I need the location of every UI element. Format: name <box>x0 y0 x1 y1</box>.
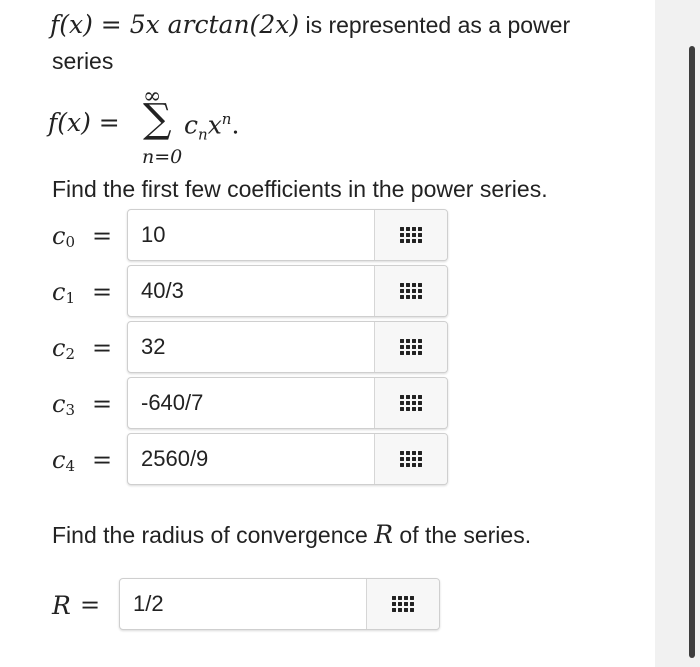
coefficient-index: 0 <box>65 233 75 251</box>
coefficient-index: 3 <box>65 401 75 419</box>
summand-coefficient: c <box>184 110 199 140</box>
sum-lower-limit: n=0 <box>142 146 183 168</box>
answer-input-c1[interactable]: 40/3 <box>128 266 374 316</box>
function-definition: f(x) = 5x arctan(2x) <box>50 10 300 39</box>
coefficient-label-c2: c2 <box>52 334 75 363</box>
intro-line-2: series <box>52 48 114 74</box>
coefficient-label-c1: c1 <box>52 278 75 307</box>
radius-prompt-text: Find the radius of convergence <box>52 522 368 548</box>
radius-label: R <box>52 591 71 620</box>
answer-field-c0[interactable]: 10 <box>127 209 448 261</box>
intro-text: is represented as a power <box>305 12 571 38</box>
answer-field-c4[interactable]: 2560/9 <box>127 433 448 485</box>
coefficient-symbol: c <box>52 222 66 250</box>
answer-input-c3[interactable]: -640/7 <box>128 378 374 428</box>
series-lhs: f(x) = <box>48 108 120 137</box>
equals-sign: = <box>92 278 113 306</box>
answer-input-radius[interactable]: 1/2 <box>120 579 366 629</box>
coefficient-symbol: c <box>52 446 66 474</box>
keyboard-grid-icon <box>400 227 422 243</box>
coefficient-symbol: c <box>52 278 66 306</box>
coefficient-label-c0: c0 <box>52 222 75 251</box>
equals-sign: = <box>92 334 113 362</box>
coefficient-index: 2 <box>65 345 75 363</box>
answer-field-c2[interactable]: 32 <box>127 321 448 373</box>
keyboard-grid-icon <box>400 451 422 467</box>
keyboard-grid-icon <box>400 395 422 411</box>
summation-sign: ∑ <box>143 96 172 142</box>
equals-sign: = <box>80 591 101 619</box>
radius-prompt-text-end: of the series. <box>399 522 532 548</box>
coefficient-label-c4: c4 <box>52 446 75 475</box>
series-summand: cnxn. <box>184 110 239 143</box>
math-keyboard-button[interactable] <box>374 266 447 316</box>
math-keyboard-button[interactable] <box>374 322 447 372</box>
coefficient-label-c3: c3 <box>52 390 75 419</box>
keyboard-grid-icon <box>392 596 414 612</box>
coefficient-prompt: Find the first few coefficients in the p… <box>52 176 548 202</box>
answer-input-c4[interactable]: 2560/9 <box>128 434 374 484</box>
scrollbar[interactable] <box>689 46 695 658</box>
radius-prompt: Find the radius of convergence R of the … <box>52 520 531 549</box>
coefficient-symbol: c <box>52 334 66 362</box>
keyboard-grid-icon <box>400 283 422 299</box>
intro-line: f(x) = 5x arctan(2x) is represented as a… <box>50 10 570 39</box>
summand-period: . <box>231 110 240 140</box>
radius-variable: R <box>374 520 394 549</box>
equals-sign: = <box>92 446 113 474</box>
coefficient-index: 4 <box>65 457 75 475</box>
coefficient-index: 1 <box>65 289 75 307</box>
coefficient-symbol: c <box>52 390 66 418</box>
answer-field-c1[interactable]: 40/3 <box>127 265 448 317</box>
summand-subscript: n <box>198 125 208 144</box>
keyboard-grid-icon <box>400 339 422 355</box>
answer-field-radius[interactable]: 1/2 <box>119 578 440 630</box>
answer-field-c3[interactable]: -640/7 <box>127 377 448 429</box>
equals-sign: = <box>92 390 113 418</box>
summand-variable: x <box>207 110 222 140</box>
math-keyboard-button[interactable] <box>374 210 447 260</box>
math-keyboard-button[interactable] <box>374 378 447 428</box>
question-panel: f(x) = 5x arctan(2x) is represented as a… <box>0 0 655 667</box>
answer-input-c0[interactable]: 10 <box>128 210 374 260</box>
math-keyboard-button[interactable] <box>374 434 447 484</box>
answer-input-c2[interactable]: 32 <box>128 322 374 372</box>
equals-sign: = <box>92 222 113 250</box>
math-keyboard-button[interactable] <box>366 579 439 629</box>
